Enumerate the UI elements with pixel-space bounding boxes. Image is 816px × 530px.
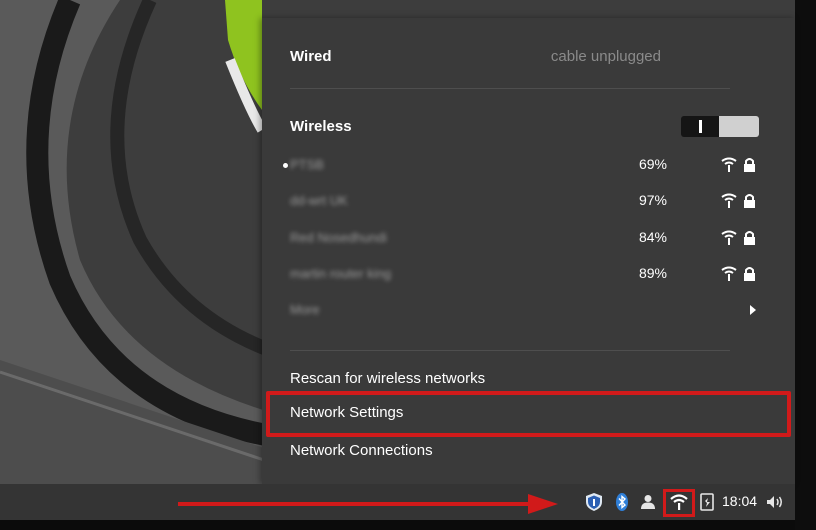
user-icon[interactable]: [638, 492, 658, 512]
wireless-toggle-switch[interactable]: [681, 116, 759, 137]
signal-strength: 84%: [638, 229, 667, 245]
signal-strength: 97%: [638, 192, 667, 208]
rescan-wireless-menu-item[interactable]: Rescan for wireless networks: [290, 370, 485, 387]
network-name: dd-wrt UK: [290, 193, 348, 208]
bluetooth-icon[interactable]: [612, 492, 632, 512]
shield-update-icon[interactable]: [584, 492, 604, 512]
screen-edge: [795, 0, 816, 530]
wired-status: cable unplugged: [550, 48, 661, 65]
signal-strength: 69%: [638, 156, 667, 172]
wifi-network-item[interactable]: Red Nosedhundi 84%: [262, 220, 795, 256]
screen-bottom-edge: [0, 520, 795, 530]
separator: [290, 88, 730, 89]
separator: [290, 350, 730, 351]
wifi-signal-lock-icon: [721, 230, 755, 245]
clock[interactable]: 18:04: [722, 493, 757, 509]
wifi-signal-lock-icon: [721, 266, 755, 281]
volume-icon[interactable]: [765, 492, 785, 512]
signal-strength: 89%: [638, 265, 667, 281]
network-name: PTSB: [290, 157, 324, 172]
network-name: Red Nosedhundi: [290, 230, 387, 245]
more-label: More: [290, 302, 320, 317]
network-tray-highlight: [663, 489, 695, 517]
wifi-network-item[interactable]: martin router king 89%: [262, 256, 795, 292]
annotation-arrow-icon: [178, 494, 558, 514]
network-name: martin router king: [290, 266, 392, 281]
wired-section: Wired cable unplugged: [262, 38, 795, 74]
wifi-network-item[interactable]: PTSB 69%: [262, 147, 795, 183]
more-networks-item[interactable]: More: [262, 292, 795, 328]
active-connection-dot-icon: [283, 163, 288, 168]
wireless-label: Wireless: [290, 118, 352, 135]
wifi-network-item[interactable]: dd-wrt UK 97%: [262, 183, 795, 219]
battery-icon[interactable]: [697, 492, 717, 512]
wifi-signal-lock-icon: [721, 193, 755, 208]
network-settings-highlight: [266, 391, 791, 437]
wired-label: Wired: [290, 48, 332, 65]
wifi-signal-lock-icon: [721, 157, 755, 172]
toggle-track: [719, 116, 759, 137]
network-connections-menu-item[interactable]: Network Connections: [290, 442, 433, 459]
toggle-on-knob: [681, 116, 719, 137]
submenu-arrow-icon: [750, 305, 756, 315]
